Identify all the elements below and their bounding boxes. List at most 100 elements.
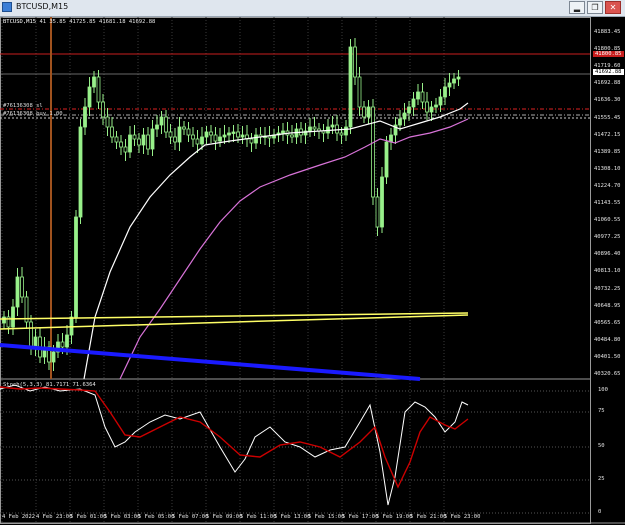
candle-body: [33, 336, 38, 348]
candle-body: [330, 124, 335, 128]
period-separator-line: [50, 17, 52, 379]
candle-body: [249, 138, 254, 144]
window-titlebar[interactable]: BTCUSD,M15 ▂ ❐ ✕: [0, 0, 625, 17]
time-axis-label: 4 Feb 2022: [2, 514, 36, 520]
candle-body: [105, 116, 110, 128]
chart-area[interactable]: BTCUSD,M15 41 35.85 41725.85 41681.18 41…: [0, 17, 625, 525]
price-axis-label: 41636.30: [594, 97, 621, 104]
candle-body: [222, 134, 227, 138]
time-axis-label: 5 Feb 19:00: [376, 514, 413, 520]
candle-body: [101, 101, 105, 118]
candle-body: [236, 131, 240, 138]
candle-body: [402, 112, 407, 120]
price-axis-label: 40896.40: [594, 251, 621, 258]
candle-body: [51, 351, 56, 363]
time-axis-label: 5 Feb 15:00: [308, 514, 345, 520]
candle-body: [119, 141, 123, 148]
time-axis-label: 5 Feb 17:00: [342, 514, 379, 520]
candle-body: [362, 106, 366, 118]
candle-body: [339, 132, 344, 136]
candle-body: [416, 91, 420, 100]
price-axis-label: 41555.45: [594, 114, 621, 121]
price-axis-label: 41692.88: [594, 80, 621, 87]
candle-body: [213, 134, 218, 142]
time-axis-label: 5 Feb 21:00: [410, 514, 447, 520]
candle-body: [69, 316, 74, 336]
price-chart-canvas[interactable]: [0, 17, 625, 525]
candle-body: [132, 134, 137, 140]
candle-body: [231, 131, 236, 134]
sell-order-label[interactable]: #76136308 sl: [3, 103, 43, 109]
price-axis-label: 40565.65: [594, 319, 621, 326]
candle-body: [438, 96, 443, 106]
buy-order-label[interactable]: #76136308 buy 1.00: [3, 111, 63, 117]
stochastic-axis-label: 25: [598, 476, 605, 482]
candle-body: [429, 106, 434, 113]
candle-body: [204, 131, 209, 138]
candle-body: [60, 341, 65, 348]
candle-body: [389, 134, 393, 143]
stochastic-axis-label: 0: [598, 509, 602, 515]
candle-body: [186, 128, 191, 136]
stochastic-axis-label: 100: [598, 387, 608, 393]
candle-body: [452, 78, 456, 84]
candle-body: [200, 136, 204, 145]
price-axis-label: 40648.95: [594, 302, 621, 309]
candle-body: [146, 134, 150, 150]
candle-body: [168, 131, 173, 138]
time-axis-label: 5 Feb 23:00: [444, 514, 481, 520]
candle-body: [411, 98, 416, 108]
candle-body: [2, 316, 6, 324]
candle-body: [447, 82, 452, 88]
candle-body: [11, 306, 15, 328]
candle-body: [380, 176, 384, 228]
candle-body: [443, 86, 447, 98]
minimize-button[interactable]: ▂: [569, 1, 585, 14]
price-axis-label: 40320.65: [594, 371, 621, 377]
candle-body: [128, 134, 132, 153]
candle-body: [434, 104, 438, 108]
candle-body: [159, 116, 164, 126]
candle-body: [407, 106, 411, 114]
time-axis-label: 4 Feb 23:00: [36, 514, 73, 520]
candle-body: [371, 106, 375, 198]
candle-body: [191, 134, 195, 140]
candle-body: [164, 116, 168, 133]
window-controls: ▂ ❐ ✕: [569, 1, 621, 14]
price-axis-label: 40977.25: [594, 234, 621, 241]
price-axis-label: 41308.10: [594, 165, 621, 172]
candle-body: [218, 136, 222, 142]
price-axis-label: 41389.85: [594, 148, 621, 155]
candle-body: [209, 131, 213, 136]
candle-body: [123, 146, 128, 153]
time-axis-label: 5 Feb 05:00: [138, 514, 175, 520]
candle-body: [177, 126, 182, 143]
price-axis-label: 41060.55: [594, 217, 621, 224]
candle-body: [227, 132, 231, 136]
restore-button[interactable]: ❐: [587, 1, 603, 14]
time-axis-label: 5 Feb 07:00: [172, 514, 209, 520]
candle-body: [335, 124, 339, 134]
candle-body: [425, 101, 429, 113]
candle-body: [173, 136, 177, 143]
candle-body: [254, 134, 258, 144]
candle-body: [456, 76, 461, 80]
candle-body: [78, 126, 83, 218]
price-axis-label: 41143.55: [594, 200, 621, 206]
candle-body: [344, 126, 348, 136]
close-button[interactable]: ✕: [605, 1, 621, 14]
price-axis-label: 41472.15: [594, 131, 621, 138]
candle-body: [87, 86, 92, 108]
stochastic-axis-label: 50: [598, 443, 605, 449]
candle-body: [110, 126, 114, 138]
price-axis-label: 40813.10: [594, 268, 621, 275]
candle-body: [114, 136, 119, 143]
candle-body: [348, 46, 353, 128]
ohlc-values: 41 35.85 41725.85 41681.18 41692.88: [39, 19, 156, 25]
window-title: BTCUSD,M15: [16, 2, 69, 11]
candle-body: [155, 124, 159, 130]
candle-body: [141, 134, 146, 146]
current-price-tag: 41692.88: [593, 69, 624, 75]
stochastic-axis-label: 75: [598, 408, 605, 414]
candle-body: [15, 276, 20, 308]
